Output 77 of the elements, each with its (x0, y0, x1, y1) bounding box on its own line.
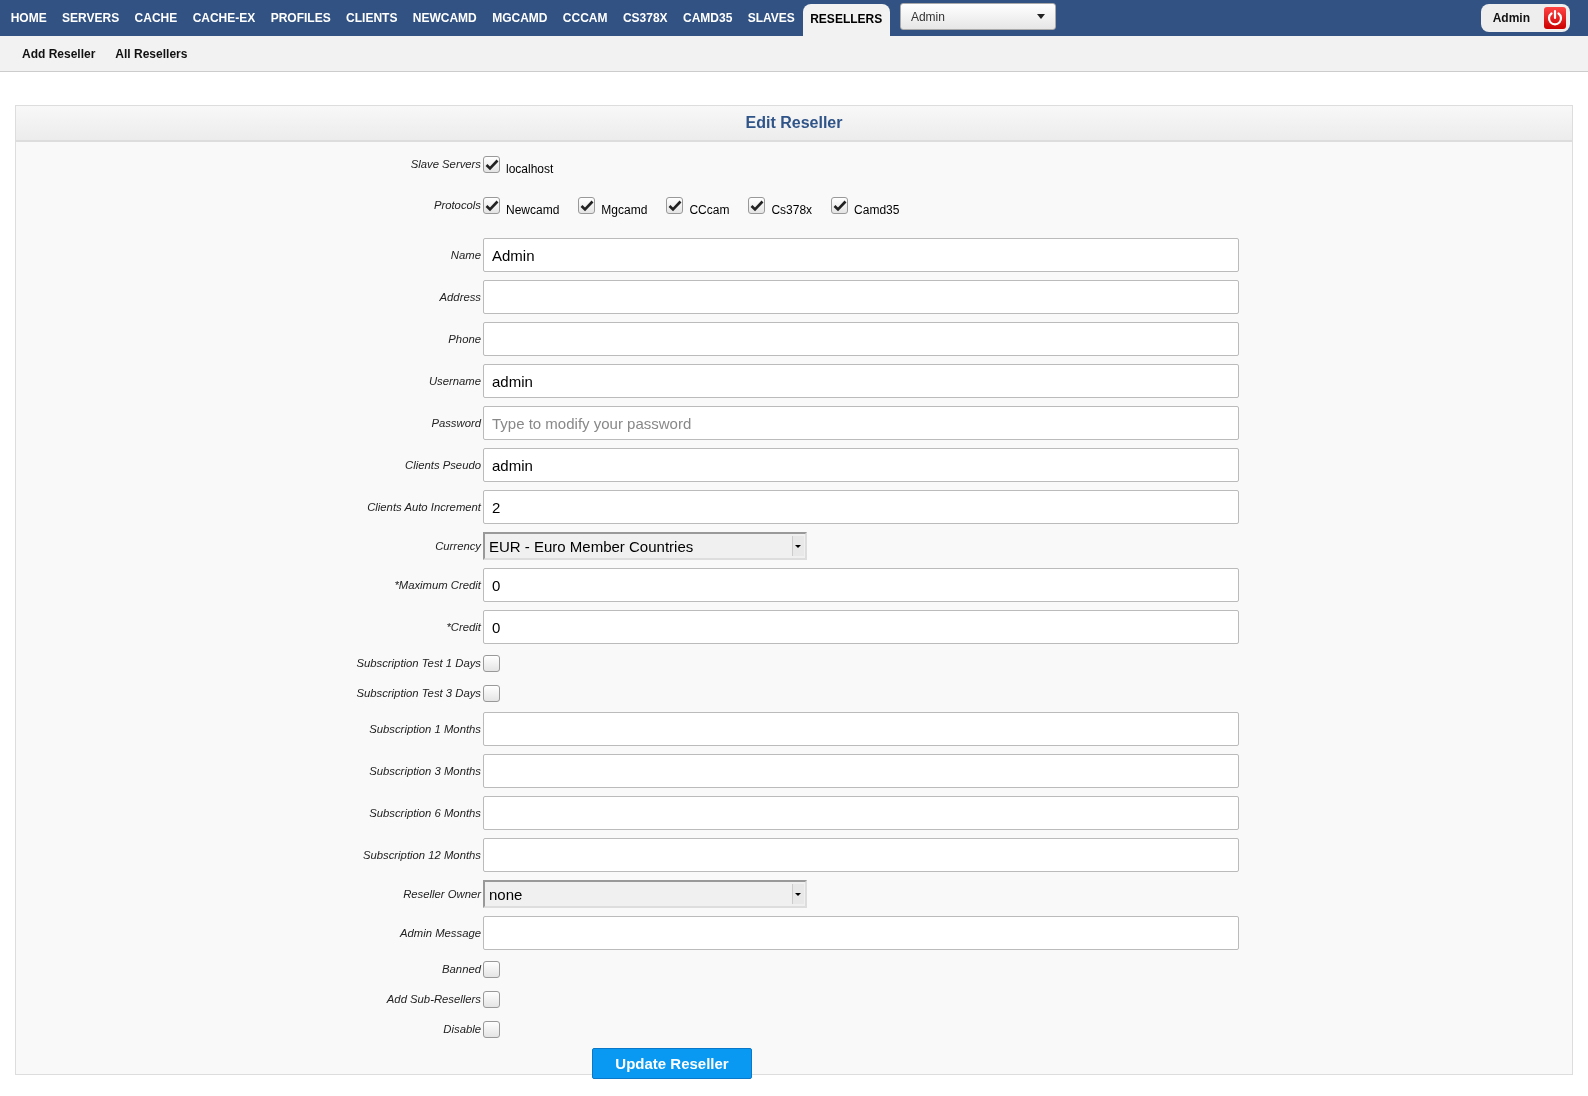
checkbox-label: Camd35 (854, 203, 900, 217)
input-field[interactable]: 0 (483, 568, 1239, 602)
user-menu[interactable]: Admin (1480, 4, 1570, 32)
checkbox[interactable] (483, 156, 500, 173)
field-label: Add Sub-Resellers (385, 993, 481, 1005)
subnav-link[interactable]: All Resellers (115, 46, 188, 61)
checkbox[interactable] (483, 1020, 500, 1038)
nav-tab[interactable]: CACHE (126, 0, 185, 36)
field-label: Clients Pseudo (404, 459, 481, 471)
field-label: Name (449, 249, 481, 261)
field-label: Admin Message (398, 927, 481, 939)
admin-dropdown[interactable]: Admin (899, 3, 1056, 30)
select-field[interactable]: EUR - Euro Member Countries (483, 532, 807, 560)
field-label: Subscription 1 Months (368, 723, 481, 735)
field-label: Subscription 6 Months (368, 807, 481, 819)
nav-tab[interactable]: NEWCAMD (405, 0, 485, 36)
nav-tab[interactable]: CS378X (615, 0, 676, 36)
checkbox-label: localhost (506, 162, 554, 176)
input-field[interactable]: Type to modify your password (483, 406, 1239, 440)
user-name: Admin (1492, 11, 1530, 25)
nav-tab[interactable]: MGCAMD (484, 0, 556, 36)
field-label: Currency (434, 540, 481, 552)
input-field[interactable] (483, 754, 1239, 788)
field-label: Username (427, 375, 481, 387)
nav-tab[interactable]: PROFILES (263, 0, 339, 36)
field-label: Banned (441, 963, 481, 975)
field-label: Clients Auto Increment (366, 501, 481, 513)
field-label: Disable (442, 1023, 481, 1035)
nav-tab[interactable]: CAMD35 (675, 0, 740, 36)
select-field[interactable]: none (483, 880, 807, 908)
checkbox[interactable] (831, 197, 849, 214)
nav-tab[interactable]: CACHE-EX (184, 0, 263, 36)
checkbox[interactable] (483, 990, 500, 1008)
field-label: Address (438, 291, 481, 303)
nav-tab[interactable]: CLIENTS (338, 0, 406, 36)
nav-tab[interactable]: SERVERS (54, 0, 127, 36)
checkbox-label: Cs378x (771, 203, 813, 217)
checkbox[interactable] (666, 197, 684, 214)
field-label: Reseller Owner (402, 888, 481, 900)
caret-icon (1036, 14, 1045, 19)
field-label: Subscription Test 1 Days (355, 657, 481, 669)
subnav-link[interactable]: Add Reseller (22, 46, 96, 61)
nav-tab[interactable]: HOME (3, 0, 55, 36)
nav-tab[interactable]: SLAVES (740, 0, 803, 36)
field-label: Protocols (432, 198, 481, 211)
nav-tab[interactable]: CCCAM (555, 0, 616, 36)
panel-title: Edit Reseller (745, 114, 843, 132)
field-label: *Maximum Credit (393, 579, 481, 591)
field-label: *Credit (445, 621, 481, 633)
input-field[interactable] (483, 322, 1239, 356)
checkbox[interactable] (483, 654, 500, 672)
field-label: Phone (447, 333, 481, 345)
checkbox[interactable] (483, 684, 500, 702)
input-field[interactable] (483, 796, 1239, 830)
checkbox[interactable] (578, 197, 596, 214)
checkbox-label: Newcamd (506, 203, 560, 217)
field-label: Subscription 12 Months (361, 849, 481, 861)
input-field[interactable] (483, 280, 1239, 314)
input-field[interactable]: 2 (483, 490, 1239, 524)
field-label: Slave Servers (409, 157, 481, 170)
input-field[interactable]: Admin (483, 238, 1239, 272)
checkbox[interactable] (483, 197, 500, 214)
checkbox-label: Mgcamd (601, 203, 648, 217)
nav-tab[interactable]: RESELLERS (802, 4, 890, 36)
input-field[interactable] (483, 838, 1239, 872)
field-label: Subscription Test 3 Days (355, 687, 481, 699)
input-field[interactable]: admin (483, 364, 1239, 398)
input-field[interactable] (483, 712, 1239, 746)
power-icon[interactable] (1544, 7, 1566, 29)
checkbox-label: CCcam (689, 203, 730, 217)
field-label: Subscription 3 Months (368, 765, 481, 777)
input-field[interactable]: admin (483, 448, 1239, 482)
checkbox[interactable] (483, 960, 500, 978)
checkbox[interactable] (748, 197, 766, 214)
field-label: Password (430, 417, 481, 429)
input-field[interactable]: 0 (483, 610, 1239, 644)
input-field[interactable] (483, 916, 1239, 950)
